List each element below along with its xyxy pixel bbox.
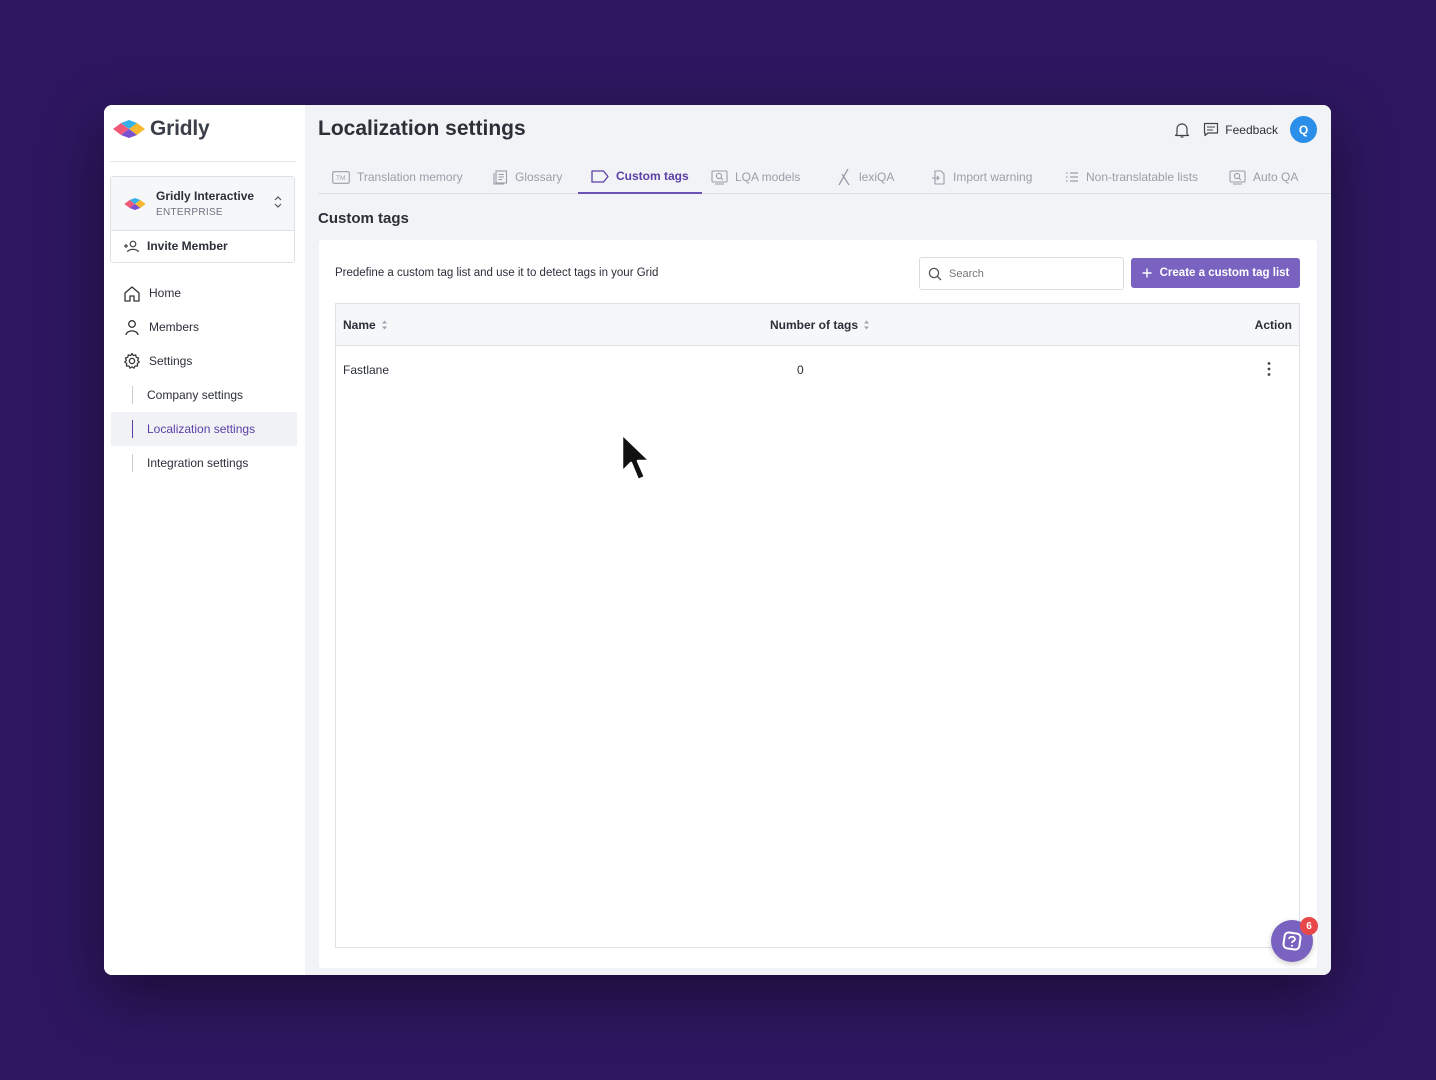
gear-icon (124, 352, 140, 369)
chevron-up-down-icon (274, 196, 282, 208)
table-row[interactable]: Fastlane 0 (336, 346, 1299, 394)
tab-label: Auto QA (1253, 170, 1299, 184)
tm-icon: TM (332, 170, 350, 184)
invite-member-label: Invite Member (147, 239, 228, 253)
sidebar-item-label: Integration settings (147, 456, 249, 470)
sidebar-item-home[interactable]: Home (111, 276, 297, 310)
sidebar-item-label: Company settings (147, 388, 244, 402)
org-name: Gridly Interactive (156, 189, 255, 203)
feedback-button[interactable]: Feedback (1203, 122, 1278, 137)
gridly-logo-icon (113, 120, 145, 138)
autoqa-icon (1229, 169, 1246, 185)
tab-translation-memory[interactable]: TM Translation memory (332, 160, 463, 194)
tab-lqa-models[interactable]: LQA models (711, 160, 800, 194)
sidebar-item-label: Home (149, 286, 182, 300)
svg-text:TM: TM (336, 175, 345, 182)
tab-label: Non-translatable lists (1086, 170, 1199, 184)
tab-label: LQA models (735, 170, 801, 184)
cell-name: Fastlane (343, 363, 390, 377)
feedback-icon (1204, 122, 1219, 137)
search-box (919, 257, 1124, 290)
tab-label: lexiQA (859, 170, 895, 184)
column-header-label: Number of tags (770, 318, 859, 332)
create-custom-tag-list-button[interactable]: Create a custom tag list (1131, 258, 1300, 288)
lqa-icon (711, 169, 728, 185)
divider (110, 161, 296, 162)
column-header-number-of-tags[interactable]: Number of tags (770, 318, 870, 332)
feedback-label: Feedback (1225, 122, 1278, 137)
description-text: Predefine a custom tag list and use it t… (335, 267, 659, 279)
cell-number-of-tags: 0 (797, 363, 804, 377)
custom-tags-table: Name Number of tags Action Fastlane 0 (335, 303, 1300, 948)
tab-glossary[interactable]: Glossary (493, 160, 562, 194)
table-header: Name Number of tags Action (336, 304, 1299, 346)
page-title: Localization settings (318, 117, 526, 140)
list-icon (1066, 172, 1078, 182)
column-header-action: Action (1255, 318, 1292, 332)
tab-non-translatable-lists[interactable]: Non-translatable lists (1065, 160, 1198, 194)
column-header-label: Action (1254, 318, 1292, 332)
section-title: Custom tags (318, 210, 409, 227)
glossary-icon (493, 169, 508, 185)
tab-label: Custom tags (616, 169, 689, 183)
tab-label: Glossary (515, 170, 563, 184)
main-content: Localization settings Feedback Q TM Tran… (305, 105, 1331, 975)
column-header-name[interactable]: Name (343, 318, 388, 332)
home-icon (124, 285, 140, 302)
column-header-label: Name (343, 318, 376, 332)
org-selector[interactable]: Gridly Interactive ENTERPRISE (111, 177, 294, 231)
tab-label: Translation memory (357, 170, 463, 184)
sidebar-item-localization-settings[interactable]: Localization settings (111, 412, 297, 446)
notification-badge: 6 (1300, 917, 1318, 935)
sidebar-item-integration-settings[interactable]: Integration settings (111, 446, 297, 480)
sidebar-item-label: Members (149, 320, 200, 334)
sort-icon (381, 320, 387, 330)
sidebar-item-settings[interactable]: Settings (111, 344, 297, 378)
sort-icon (864, 320, 870, 330)
search-input[interactable] (949, 267, 1109, 280)
sidebar: Gridly Gridly Interactive ENTERPRISE Inv… (104, 105, 305, 975)
sidebar-item-members[interactable]: Members (111, 310, 297, 344)
nav-indent-bar (132, 420, 133, 438)
help-icon (1282, 931, 1302, 951)
more-options-icon[interactable] (1267, 361, 1271, 377)
org-logo-icon (124, 198, 146, 210)
tab-lexiqa[interactable]: lexiQA (836, 160, 894, 194)
sidebar-item-label: Localization settings (147, 422, 256, 436)
logo-text: Gridly (150, 117, 210, 140)
mouse-cursor-icon (620, 432, 652, 482)
create-button-label: Create a custom tag list (1159, 267, 1290, 279)
settings-tabs: TM Translation memory Glossary Custom ta… (318, 160, 1331, 194)
tag-icon (591, 169, 609, 183)
add-person-icon (124, 240, 140, 252)
custom-tags-card: Predefine a custom tag list and use it t… (319, 240, 1317, 968)
nav-indent-bar (132, 454, 133, 472)
nav-indent-bar (132, 386, 133, 404)
tab-auto-qa[interactable]: Auto QA (1229, 160, 1298, 194)
tab-import-warning[interactable]: Import warning (931, 160, 1032, 194)
sidebar-nav: Home Members Settings Company settings L… (111, 276, 297, 480)
person-icon (125, 319, 139, 335)
org-switcher: Gridly Interactive ENTERPRISE Invite Mem… (110, 176, 295, 263)
top-actions: Feedback Q (1173, 116, 1317, 143)
search-icon (928, 267, 942, 280)
lexiqa-icon (838, 168, 850, 186)
sidebar-item-company-settings[interactable]: Company settings (111, 378, 297, 412)
tab-custom-tags[interactable]: Custom tags (578, 160, 702, 194)
avatar[interactable]: Q (1290, 116, 1317, 143)
plus-icon (1142, 268, 1152, 278)
sidebar-item-label: Settings (149, 354, 193, 368)
invite-member-button[interactable]: Invite Member (123, 239, 228, 253)
org-plan: ENTERPRISE (156, 207, 223, 218)
bell-icon[interactable] (1173, 121, 1191, 139)
app-window: Gridly Gridly Interactive ENTERPRISE Inv… (104, 105, 1331, 975)
tab-label: Import warning (953, 170, 1033, 184)
gridly-logo[interactable]: Gridly (111, 117, 210, 141)
import-icon (932, 169, 945, 185)
